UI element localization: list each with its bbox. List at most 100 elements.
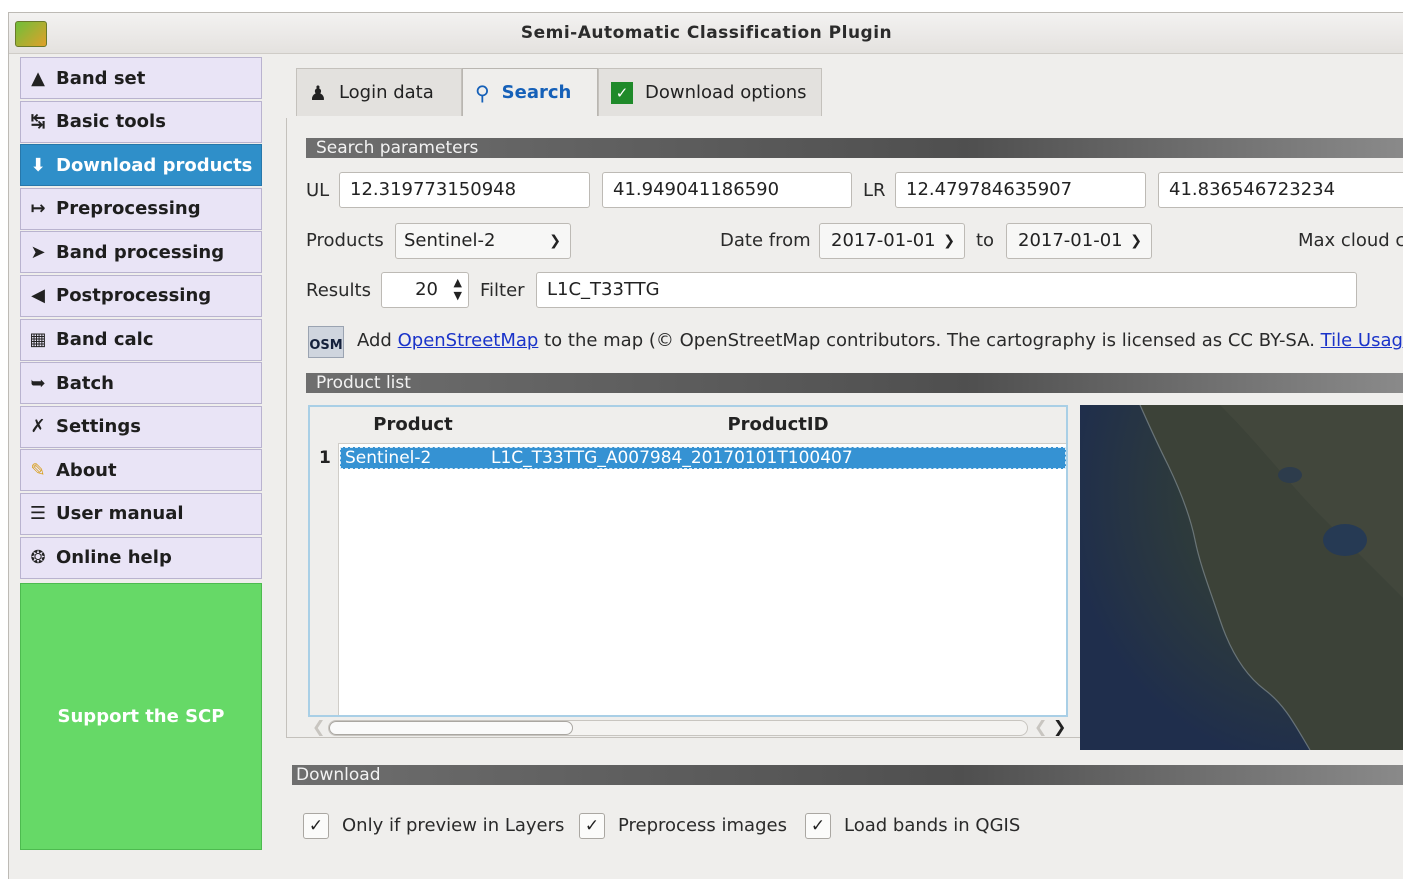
sidebar-item-about[interactable]: ✎ About — [20, 449, 262, 492]
sidebar-item-label: Download products — [56, 154, 253, 176]
search-icon: ⚲ — [475, 80, 490, 105]
tab-login-data[interactable]: ♟ Login data — [296, 68, 462, 116]
date-from-value: 2017-01-01 — [831, 230, 936, 251]
basic-tools-icon: ↹ — [30, 111, 46, 133]
table-horizontal-scrollbar[interactable]: ❮ ❮ ❯ — [308, 717, 1068, 739]
sidebar-item-download-products[interactable]: ⬇ Download products — [20, 144, 262, 187]
sidebar-menu: ▲ Band set ↹ Basic tools ⬇ Download prod… — [20, 57, 262, 580]
preprocess-images-checkbox[interactable]: ✓ — [579, 813, 605, 839]
only-if-preview-checkbox[interactable]: ✓ — [303, 813, 329, 839]
products-select[interactable]: Sentinel-2 ❯ — [395, 223, 571, 259]
column-header-productid[interactable]: ProductID — [490, 414, 1066, 435]
table-row[interactable]: Sentinel-2 L1C_T33TTG_A007984_20170101T1… — [340, 447, 1066, 469]
to-label: to — [976, 230, 995, 251]
sidebar-item-batch[interactable]: ➥ Batch — [20, 362, 262, 405]
sidebar-item-online-help[interactable]: ❂ Online help — [20, 536, 262, 579]
openstreetmap-link[interactable]: OpenStreetMap — [398, 330, 539, 351]
lr-label: LR — [863, 180, 886, 201]
scroll-left-icon[interactable]: ❮ — [312, 717, 325, 736]
tab-label: Login data — [338, 82, 434, 103]
date-from-label: Date from — [720, 230, 811, 251]
sidebar-item-label: Batch — [56, 372, 114, 394]
ul-label: UL — [306, 180, 330, 201]
date-from-picker[interactable]: 2017-01-01 ❯ — [819, 223, 965, 259]
settings-icon: ✗ — [30, 416, 46, 438]
download-icon: ⬇ — [30, 154, 46, 176]
osm-text: Add OpenStreetMap to the map (© OpenStre… — [357, 330, 1403, 351]
scroll-left-arrow-icon[interactable]: ❮ — [1034, 717, 1047, 736]
date-to-value: 2017-01-01 — [1018, 230, 1123, 251]
load-bands-label: Load bands in QGIS — [844, 815, 1021, 836]
filter-input[interactable]: L1C_T33TTG — [536, 272, 1357, 308]
row-number-column — [310, 443, 339, 715]
user-icon: ♟ — [309, 80, 327, 105]
max-cloud-label: Max cloud c — [1298, 230, 1403, 251]
osm-icon[interactable]: OSM — [308, 326, 344, 358]
sidebar-item-label: Band calc — [56, 329, 154, 351]
sidebar-item-label: Basic tools — [56, 111, 166, 133]
download-header: Download — [292, 765, 1403, 785]
tab-search[interactable]: ⚲ Search — [462, 68, 598, 116]
results-spinbox[interactable]: 20 ▲ ▼ — [381, 272, 469, 308]
lr-x-input[interactable]: 12.479784635907 — [895, 172, 1146, 208]
sidebar-item-label: Preprocessing — [56, 198, 201, 220]
title-bar: Semi-Automatic Classification Plugin — [9, 13, 1403, 54]
scroll-thumb[interactable] — [329, 721, 573, 735]
sidebar-item-settings[interactable]: ✗ Settings — [20, 405, 262, 448]
sidebar-item-label: About — [56, 459, 117, 481]
chevron-down-icon: ❯ — [1130, 233, 1142, 249]
sidebar-item-label: Postprocessing — [56, 285, 212, 307]
osm-license-text: to the map (© OpenStreetMap contributors… — [544, 330, 1315, 351]
date-to-picker[interactable]: 2017-01-01 ❯ — [1006, 223, 1152, 259]
preprocess-images-label: Preprocess images — [618, 815, 787, 836]
table-header: Product ProductID — [310, 407, 1066, 444]
tab-download-options[interactable]: ✓ Download options — [598, 68, 822, 116]
tile-usage-link[interactable]: Tile Usage P — [1321, 330, 1403, 351]
sidebar-item-band-calc[interactable]: ▦ Band calc — [20, 318, 262, 361]
help-icon: ❂ — [30, 547, 46, 569]
tab-bar: ♟ Login data ⚲ Search ✓ Download options — [296, 68, 822, 118]
about-icon: ✎ — [30, 459, 46, 481]
lr-y-input[interactable]: 41.836546723234 — [1158, 172, 1403, 208]
sidebar-item-preprocessing[interactable]: ↦ Preprocessing — [20, 187, 262, 230]
tab-label: Search — [501, 82, 572, 103]
filter-label: Filter — [480, 280, 525, 301]
band-processing-icon: ➤ — [30, 241, 46, 263]
product-table[interactable]: Product ProductID 1 Sentinel-2 L1C_T33TT… — [308, 405, 1068, 717]
load-bands-checkbox[interactable]: ✓ — [805, 813, 831, 839]
sidebar-item-band-set[interactable]: ▲ Band set — [20, 57, 262, 99]
row-number: 1 — [319, 448, 331, 468]
checkbox-icon: ✓ — [611, 81, 633, 104]
ul-y-input[interactable]: 41.949041186590 — [602, 172, 852, 208]
satellite-preview-image — [1139, 405, 1403, 750]
calculator-icon: ▦ — [29, 329, 47, 351]
support-scp-button[interactable]: Support the SCP — [20, 583, 262, 850]
chevron-down-icon: ❯ — [549, 233, 561, 249]
only-if-preview-label: Only if preview in Layers — [342, 815, 565, 836]
cell-product-id: L1C_T33TTG_A007984_20170101T100407 — [491, 448, 853, 468]
search-parameters-header: Search parameters — [306, 138, 1403, 158]
sidebar-item-band-processing[interactable]: ➤ Band processing — [20, 231, 262, 274]
sidebar-item-label: Band processing — [56, 241, 225, 263]
ul-x-input[interactable]: 12.319773150948 — [339, 172, 590, 208]
sidebar-item-user-manual[interactable]: ☰ User manual — [20, 492, 262, 535]
tab-label: Download options — [645, 82, 807, 103]
chevron-down-icon: ❯ — [943, 233, 955, 249]
band-set-icon: ▲ — [31, 67, 45, 89]
results-value: 20 — [415, 279, 438, 300]
window-title: Semi-Automatic Classification Plugin — [520, 23, 893, 43]
products-value: Sentinel-2 — [404, 230, 496, 251]
product-list-header: Product list — [306, 373, 1403, 393]
scroll-right-icon[interactable]: ❯ — [1053, 717, 1066, 736]
products-label: Products — [306, 230, 384, 251]
column-header-product[interactable]: Product — [338, 414, 488, 435]
image-preview — [1080, 405, 1403, 750]
sidebar-item-label: User manual — [56, 503, 184, 525]
sidebar-item-label: Band set — [56, 67, 146, 89]
spin-arrows-icon[interactable]: ▲ ▼ — [454, 276, 462, 302]
sidebar-item-basic-tools[interactable]: ↹ Basic tools — [20, 100, 262, 143]
sidebar-item-label: Online help — [56, 547, 172, 569]
sidebar-item-postprocessing[interactable]: ◀ Postprocessing — [20, 274, 262, 317]
cell-product: Sentinel-2 — [345, 448, 432, 468]
preprocessing-icon: ↦ — [30, 198, 46, 220]
